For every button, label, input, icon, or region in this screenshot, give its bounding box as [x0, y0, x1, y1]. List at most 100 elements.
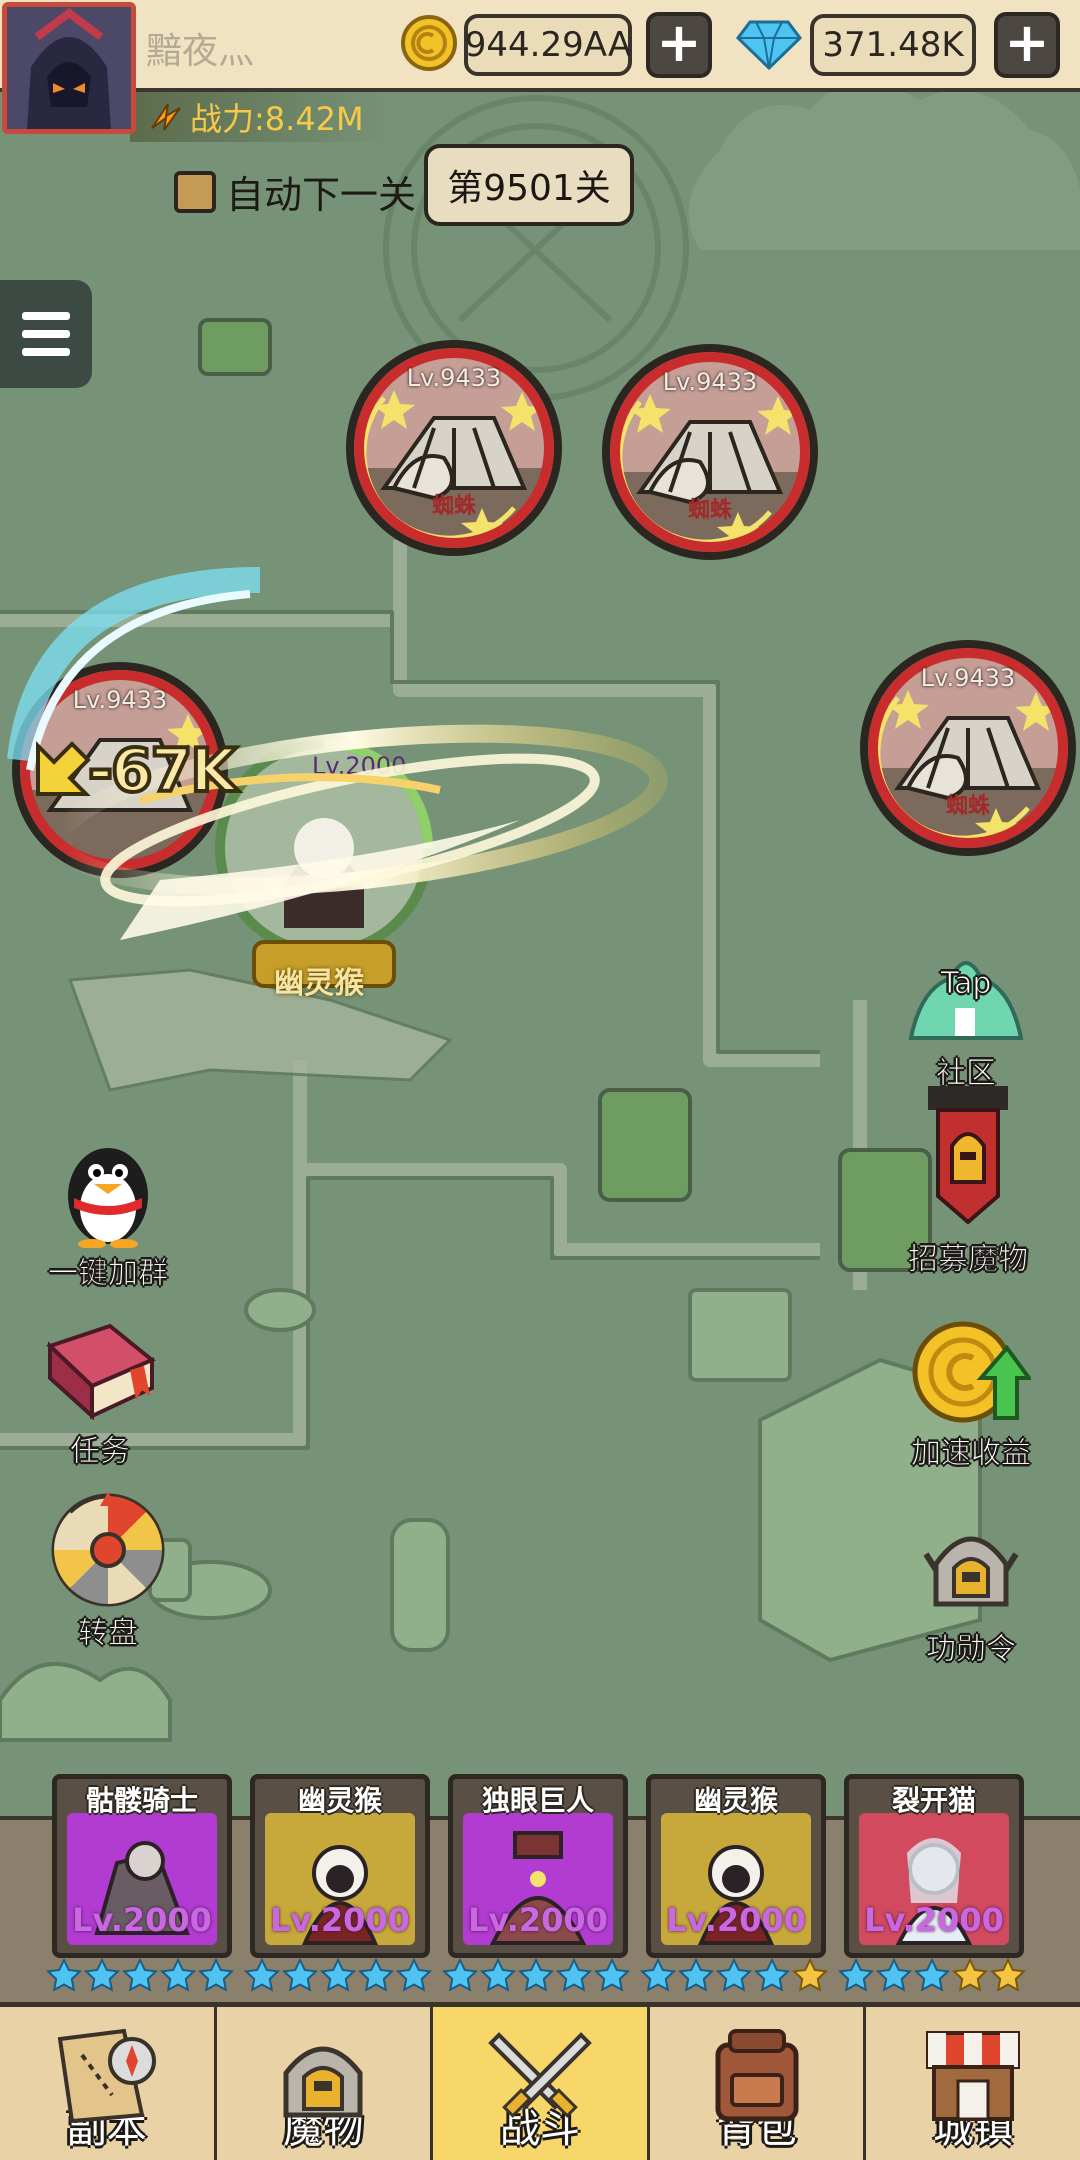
add-gem-button[interactable]: +: [994, 12, 1060, 78]
blue-star-icon: [594, 1958, 630, 1992]
backpack-icon: [715, 2029, 799, 2122]
blue-star-icon: [754, 1958, 790, 1992]
nav-monster[interactable]: 魔物: [217, 2007, 434, 2160]
enemy-name: 蜘蛛: [431, 494, 476, 519]
crossed-swords-icon: [488, 2032, 592, 2118]
star-rating: [838, 1958, 1026, 1994]
monster-name: 独眼巨人: [481, 1784, 594, 1817]
task-button[interactable]: 任务: [40, 1316, 160, 1470]
map-scroll-icon: [57, 2028, 156, 2124]
blue-star-icon: [320, 1958, 356, 1992]
recruit-button[interactable]: 招募魔物: [898, 1086, 1038, 1278]
enemy-level: Lv.9433: [662, 368, 758, 396]
helmet-icon: [923, 1536, 1019, 1607]
star-rating: [46, 1958, 234, 1994]
blue-star-icon: [716, 1958, 752, 1992]
auto-next-label: 自动下一关: [226, 173, 417, 217]
blue-star-icon: [480, 1958, 516, 1992]
penguin-icon: [68, 1148, 148, 1248]
community-button[interactable]: Tap 社区: [886, 948, 1046, 1092]
gold-amount: 944.29AA: [464, 14, 632, 76]
gold-star-icon: [990, 1958, 1026, 1992]
power-icon: [151, 103, 181, 131]
team-card[interactable]: 独眼巨人 Lv.2000: [448, 1774, 628, 1958]
auto-next-toggle[interactable]: 自动下一关: [174, 164, 416, 219]
gold-coin-icon: [401, 15, 457, 71]
menu-button[interactable]: [0, 280, 92, 388]
merit-button[interactable]: 功勋令: [906, 1514, 1036, 1668]
diamond-icon: [736, 20, 802, 71]
blue-star-icon: [678, 1958, 714, 1992]
game-screen: 黯夜灬 944.29AA + 371.48K + 战力:8.42M 自动下一关: [0, 0, 1080, 2160]
monster-level: Lv.2000: [468, 1901, 608, 1939]
damage-number: -67K: [86, 734, 239, 808]
merit-label: 功勋令: [926, 1632, 1017, 1668]
blue-star-icon: [442, 1958, 478, 1992]
monster-name: 裂开猫: [891, 1784, 976, 1817]
nav-town[interactable]: 城镇: [866, 2007, 1080, 2160]
speedup-label: 加速收益: [911, 1436, 1032, 1472]
auto-next-checkbox[interactable]: [174, 170, 216, 213]
blue-star-icon: [46, 1958, 82, 1992]
gold-star-icon: [792, 1958, 828, 1992]
enemy-name: 蜘蛛: [945, 794, 990, 819]
blue-star-icon: [640, 1958, 676, 1992]
monster-level: Lv.2000: [72, 1901, 212, 1939]
join-group-button[interactable]: 一键加群: [38, 1138, 178, 1292]
wheel-icon: [51, 1492, 165, 1607]
damage-arrow-icon: [36, 741, 91, 796]
recruit-label: 招募魔物: [908, 1242, 1029, 1278]
blue-star-icon: [244, 1958, 280, 1992]
star-rating: [244, 1958, 432, 1994]
player-avatar[interactable]: [2, 2, 136, 134]
blue-star-icon: [84, 1958, 120, 1992]
speedup-button[interactable]: 加速收益: [896, 1318, 1046, 1472]
blue-star-icon: [122, 1958, 158, 1992]
enemy-spider[interactable]: Lv.9433 蜘蛛: [346, 340, 562, 556]
team-card[interactable]: 幽灵猴 Lv.2000: [646, 1774, 826, 1958]
player-name: 黯夜灬: [146, 31, 255, 72]
star-rating: [640, 1958, 828, 1994]
star-rating: [442, 1958, 630, 1994]
join-group-label: 一键加群: [48, 1256, 169, 1292]
enemy-spider[interactable]: Lv.9433 蜘蛛: [860, 640, 1076, 856]
monster-level: Lv.2000: [864, 1901, 1004, 1939]
tap-label: Tap: [940, 966, 992, 1002]
menu-icon: [22, 312, 70, 320]
blue-star-icon: [198, 1958, 234, 1992]
team-card[interactable]: 幽灵猴 Lv.2000: [250, 1774, 430, 1958]
gem-amount: 371.48K: [810, 14, 976, 76]
enemy-level: Lv.9433: [406, 364, 502, 392]
blue-star-icon: [914, 1958, 950, 1992]
team-card[interactable]: 裂开猫 Lv.2000: [844, 1774, 1024, 1958]
team-card[interactable]: 骷髅骑士 Lv.2000: [52, 1774, 232, 1958]
blue-star-icon: [396, 1958, 432, 1992]
enemy-name: 蜘蛛: [687, 498, 732, 523]
helmet-icon: [283, 2046, 363, 2118]
enemy-level: Lv.9433: [920, 664, 1016, 692]
nav-battle[interactable]: 战斗: [433, 2007, 650, 2160]
wheel-label: 转盘: [78, 1616, 139, 1652]
blue-star-icon: [160, 1958, 196, 1992]
blue-star-icon: [282, 1958, 318, 1992]
blue-star-icon: [358, 1958, 394, 1992]
nav-bag[interactable]: 背包: [650, 2007, 867, 2160]
monster-level: Lv.2000: [270, 1901, 410, 1939]
blue-star-icon: [838, 1958, 874, 1992]
monster-name: 幽灵猴: [693, 1784, 778, 1817]
enemy-spider[interactable]: Lv.9433 蜘蛛: [602, 344, 818, 560]
monster-name: 骷髅骑士: [85, 1784, 198, 1817]
blue-star-icon: [556, 1958, 592, 1992]
combat-power: 战力:8.42M: [190, 100, 364, 138]
bottom-nav: 副本 魔物 战斗 背包 城镇: [0, 2002, 1080, 2160]
wheel-button[interactable]: 转盘: [48, 1492, 168, 1652]
task-label: 任务: [70, 1434, 131, 1470]
monster-name: 幽灵猴: [297, 1784, 382, 1817]
blue-star-icon: [518, 1958, 554, 1992]
stage-indicator: 第9501关: [424, 144, 634, 226]
recruit-banner-icon: [928, 1086, 1008, 1225]
add-gold-button[interactable]: +: [646, 12, 712, 78]
book-icon: [46, 1323, 156, 1421]
monster-level: Lv.2000: [666, 1901, 806, 1939]
nav-dungeon[interactable]: 副本: [0, 2007, 217, 2160]
